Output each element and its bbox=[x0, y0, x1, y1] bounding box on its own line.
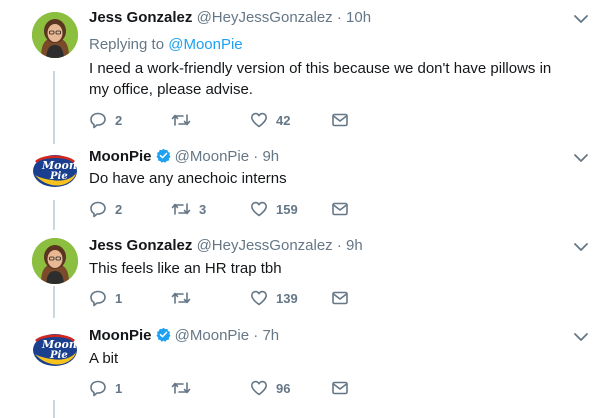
svg-text:Pie: Pie bbox=[49, 171, 68, 182]
tweet-actions: 2 3 159 bbox=[89, 199, 389, 219]
like-button[interactable]: 42 bbox=[250, 110, 290, 130]
tweet[interactable]: Moon Pie MoonPie @MoonPie · 7h A bit 1 9… bbox=[0, 318, 610, 418]
dm-icon bbox=[332, 381, 348, 395]
reply-icon bbox=[90, 201, 106, 218]
reply-icon bbox=[90, 380, 106, 397]
tweet-header: Jess Gonzalez @HeyJessGonzalez · 9h bbox=[89, 237, 363, 254]
timestamp[interactable]: 10h bbox=[346, 9, 371, 26]
like-icon bbox=[251, 380, 267, 396]
timestamp[interactable]: 9h bbox=[346, 237, 363, 254]
avatar[interactable]: Moon Pie bbox=[32, 147, 78, 193]
tweet-actions: 1 96 bbox=[89, 378, 389, 398]
verified-badge-icon bbox=[155, 148, 171, 163]
author-name[interactable]: MoonPie bbox=[89, 327, 152, 344]
retweet-button[interactable] bbox=[171, 110, 199, 130]
retweet-icon bbox=[171, 114, 191, 126]
like-count: 159 bbox=[276, 201, 298, 217]
like-button[interactable]: 139 bbox=[250, 288, 298, 308]
separator: · bbox=[253, 148, 259, 165]
dm-button[interactable] bbox=[331, 288, 349, 308]
like-button[interactable]: 159 bbox=[250, 199, 298, 219]
reply-count: 1 bbox=[115, 290, 123, 306]
like-count: 139 bbox=[276, 290, 298, 306]
tweet-text: Do have any anechoic interns bbox=[89, 170, 287, 187]
dm-icon bbox=[332, 202, 348, 216]
reply-button[interactable]: 2 bbox=[89, 110, 122, 130]
reply-button[interactable]: 1 bbox=[89, 378, 122, 398]
tweet-header: MoonPie @MoonPie · 7h bbox=[89, 327, 279, 344]
verified-badge-icon bbox=[155, 327, 171, 342]
retweet-icon bbox=[171, 203, 191, 215]
chevron-down-icon[interactable] bbox=[573, 14, 589, 24]
reply-button[interactable]: 2 bbox=[89, 199, 122, 219]
tweet-text: This feels like an HR trap tbh bbox=[89, 260, 282, 277]
author-name[interactable]: Jess Gonzalez bbox=[89, 9, 192, 26]
separator: · bbox=[336, 9, 342, 26]
author-handle[interactable]: @MoonPie bbox=[175, 148, 249, 165]
retweet-icon bbox=[171, 292, 191, 304]
retweet-button[interactable] bbox=[171, 378, 199, 398]
avatar[interactable]: Moon Pie bbox=[32, 326, 78, 372]
author-name[interactable]: Jess Gonzalez bbox=[89, 237, 192, 254]
replying-to: Replying to @MoonPie bbox=[89, 36, 243, 53]
timestamp[interactable]: 9h bbox=[262, 148, 279, 165]
mention-link[interactable]: @MoonPie bbox=[168, 36, 242, 53]
separator: · bbox=[336, 237, 342, 254]
tweet-header: Jess Gonzalez @HeyJessGonzalez · 10h bbox=[89, 9, 371, 26]
reply-icon bbox=[90, 290, 106, 307]
author-handle[interactable]: @HeyJessGonzalez bbox=[197, 237, 333, 254]
avatar[interactable] bbox=[32, 238, 78, 284]
like-button[interactable]: 96 bbox=[250, 378, 290, 398]
tweet[interactable]: Moon Pie MoonPie @MoonPie · 9h Do have a… bbox=[0, 140, 610, 230]
author-handle[interactable]: @MoonPie bbox=[175, 327, 249, 344]
author-handle[interactable]: @HeyJessGonzalez bbox=[197, 9, 333, 26]
timestamp[interactable]: 7h bbox=[262, 327, 279, 344]
tweet[interactable]: Jess Gonzalez @HeyJessGonzalez · 10h Rep… bbox=[0, 0, 610, 140]
tweet-actions: 1 139 bbox=[89, 288, 389, 308]
tweet-text: A bit bbox=[89, 350, 119, 367]
reply-button[interactable]: 1 bbox=[89, 288, 122, 308]
like-icon bbox=[251, 290, 267, 306]
dm-button[interactable] bbox=[331, 110, 349, 130]
dm-icon bbox=[332, 113, 348, 127]
tweet-actions: 2 42 bbox=[89, 110, 389, 130]
like-icon bbox=[251, 112, 267, 128]
chevron-down-icon[interactable] bbox=[573, 242, 589, 252]
like-count: 42 bbox=[276, 112, 291, 128]
like-count: 96 bbox=[276, 380, 291, 396]
tweet-text: I need a work-friendly version of this b… bbox=[89, 60, 552, 98]
retweet-button[interactable]: 3 bbox=[171, 199, 206, 219]
dm-icon bbox=[332, 291, 348, 305]
tweet-header: MoonPie @MoonPie · 9h bbox=[89, 148, 279, 165]
reply-count: 1 bbox=[115, 380, 123, 396]
replying-label: Replying to bbox=[89, 36, 165, 53]
svg-text:Pie: Pie bbox=[49, 350, 68, 361]
avatar[interactable] bbox=[32, 12, 78, 58]
reply-count: 2 bbox=[115, 201, 123, 217]
tweet[interactable]: Jess Gonzalez @HeyJessGonzalez · 9h This… bbox=[0, 230, 610, 318]
chevron-down-icon[interactable] bbox=[573, 153, 589, 163]
reply-count: 2 bbox=[115, 112, 123, 128]
dm-button[interactable] bbox=[331, 199, 349, 219]
retweet-count: 3 bbox=[199, 201, 207, 217]
reply-icon bbox=[90, 112, 106, 129]
author-name[interactable]: MoonPie bbox=[89, 148, 152, 165]
like-icon bbox=[251, 201, 267, 217]
retweet-button[interactable] bbox=[171, 288, 199, 308]
separator: · bbox=[253, 327, 259, 344]
chevron-down-icon[interactable] bbox=[573, 332, 589, 342]
retweet-icon bbox=[171, 382, 191, 394]
dm-button[interactable] bbox=[331, 378, 349, 398]
